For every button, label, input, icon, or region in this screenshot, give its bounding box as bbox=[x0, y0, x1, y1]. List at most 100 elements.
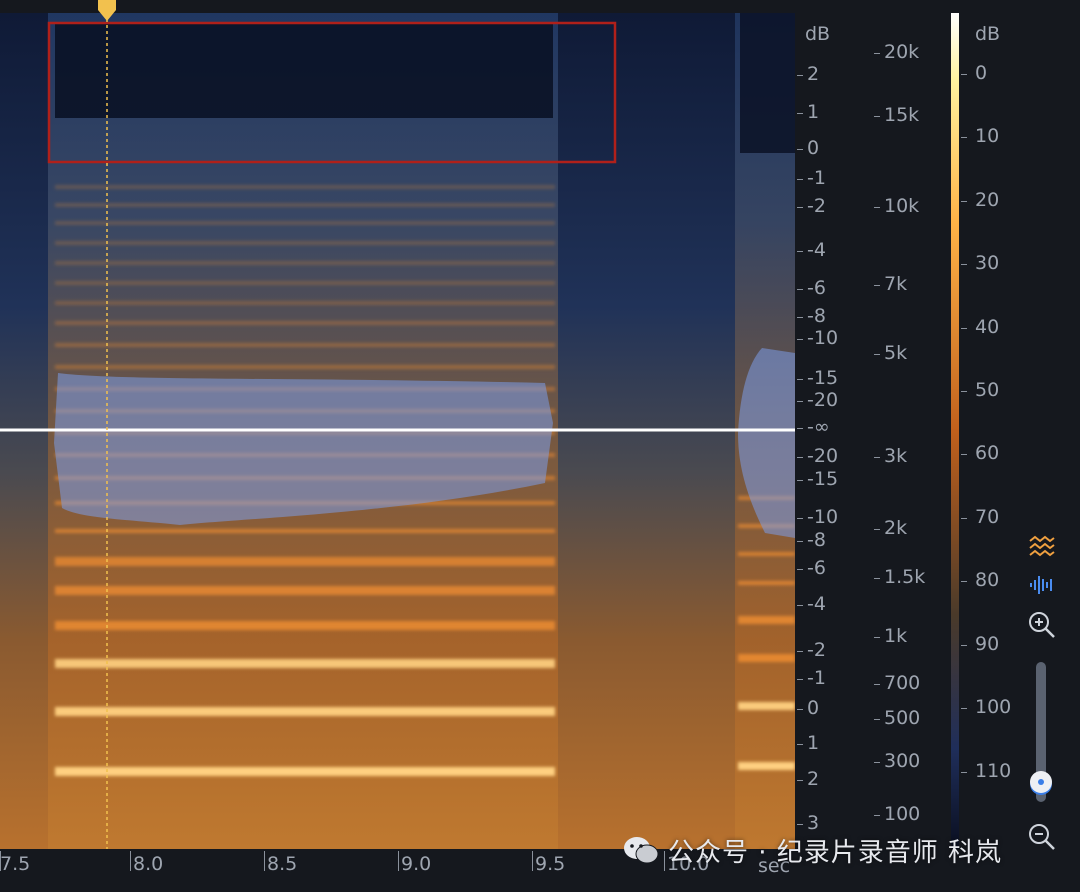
color-scale-tick-label: 30 bbox=[975, 252, 1000, 274]
waveform-axis-tick-label: -8 bbox=[807, 305, 826, 327]
playhead-marker-icon[interactable] bbox=[95, 0, 119, 22]
waveform-axis-tick-label: -8 bbox=[807, 529, 826, 551]
freq-axis-tick-label: 10k bbox=[884, 195, 920, 217]
waveform-axis-tick-mark bbox=[797, 744, 803, 745]
harmonic-band bbox=[738, 552, 795, 556]
harmonic-band bbox=[55, 203, 555, 207]
harmonic-band bbox=[55, 659, 555, 668]
zoom-out-icon[interactable] bbox=[1026, 821, 1058, 853]
harmonic-band bbox=[738, 654, 795, 662]
zoom-slider-track[interactable] bbox=[1030, 662, 1052, 802]
color-scale-tick-mark bbox=[961, 391, 967, 392]
waveform-axis-tick-mark bbox=[797, 679, 803, 680]
waveform-axis-tick-mark bbox=[797, 379, 803, 380]
color-scale-tick-mark bbox=[961, 518, 967, 519]
color-scale-tick-label: 60 bbox=[975, 442, 1000, 464]
spectrogram-view-icon[interactable] bbox=[1028, 535, 1056, 559]
waveform-axis-tick-mark bbox=[797, 518, 803, 519]
harmonic-band bbox=[738, 762, 795, 770]
waveform-axis-tick-label: 1 bbox=[807, 101, 820, 123]
waveform-axis-tick-mark bbox=[797, 251, 803, 252]
harmonic-band bbox=[55, 621, 555, 630]
freq-axis-tick-label: 100 bbox=[884, 803, 921, 825]
freq-axis-tick-label: 500 bbox=[884, 707, 921, 729]
time-axis-tick-label: 9.5 bbox=[535, 853, 566, 875]
color-scale: dB 0 10 20 30 40 50 60 70 80 90 100 110 bbox=[945, 13, 1015, 849]
waveform-axis-tick-mark bbox=[797, 605, 803, 606]
time-axis-tick-mark bbox=[398, 851, 399, 871]
waveform-axis-tick-label: -2 bbox=[807, 639, 826, 661]
color-scale-unit: dB bbox=[975, 23, 1001, 45]
view-tools bbox=[1020, 525, 1070, 865]
waveform-axis-tick-label: -10 bbox=[807, 327, 839, 349]
harmonic-band bbox=[738, 702, 795, 710]
time-axis-tick-label: 8.0 bbox=[133, 853, 164, 875]
color-scale-tick-label: 20 bbox=[975, 189, 1000, 211]
time-axis-tick-mark bbox=[130, 851, 131, 871]
color-scale-tick-mark bbox=[961, 137, 967, 138]
waveform-axis-tick-mark bbox=[797, 339, 803, 340]
waveform-amplitude-axis: dB 2 1 0 -1 -2 -4 -6 -8 -10 -15 -20 -∞ -20 -15 -10 -8 -6… bbox=[795, 13, 870, 849]
waveform-axis-tick-mark bbox=[797, 401, 803, 402]
color-scale-tick-label: 70 bbox=[975, 506, 1000, 528]
waveform-axis-tick-label: 2 bbox=[807, 63, 820, 85]
waveform-axis-tick-label: 2 bbox=[807, 768, 820, 790]
freq-axis-tick-mark bbox=[874, 529, 880, 530]
harmonic-band bbox=[55, 221, 555, 225]
color-scale-tick-label: 10 bbox=[975, 125, 1000, 147]
waveform-axis-tick-mark bbox=[797, 457, 803, 458]
zoom-in-icon[interactable] bbox=[1026, 609, 1058, 641]
wechat-icon bbox=[624, 837, 659, 864]
freq-axis-tick-label: 300 bbox=[884, 750, 921, 772]
color-scale-tick-mark bbox=[961, 645, 967, 646]
waveform-axis-tick-label: -15 bbox=[807, 468, 839, 490]
color-scale-tick-mark bbox=[961, 708, 967, 709]
waveform-axis-tick-mark bbox=[797, 480, 803, 481]
waveform-axis-tick-label: -6 bbox=[807, 277, 826, 299]
color-scale-tick-label: 0 bbox=[975, 62, 988, 84]
waveform-axis-tick-mark bbox=[797, 709, 803, 710]
harmonic-band bbox=[738, 616, 795, 624]
waveform-axis-tick-label: -4 bbox=[807, 593, 826, 615]
waveform-axis-tick-mark bbox=[797, 824, 803, 825]
waveform-view-icon[interactable] bbox=[1028, 573, 1056, 597]
color-scale-tick-mark bbox=[961, 454, 967, 455]
harmonic-band bbox=[55, 767, 555, 776]
harmonic-band bbox=[55, 241, 555, 245]
freq-axis-tick-label: 5k bbox=[884, 342, 908, 364]
frequency-axis: 20k 15k 10k 7k 5k 3k 2k 1.5k 1k 700 500 300 100 bbox=[870, 13, 945, 849]
waveform-axis-tick-label: 3 bbox=[807, 812, 820, 834]
freq-axis-tick-mark bbox=[874, 457, 880, 458]
freq-axis-tick-label: 20k bbox=[884, 41, 920, 63]
waveform-axis-tick-label: -20 bbox=[807, 445, 839, 467]
harmonic-band bbox=[55, 261, 555, 265]
freq-axis-tick-label: 1k bbox=[884, 625, 908, 647]
waveform-axis-tick-label: -1 bbox=[807, 667, 826, 689]
harmonic-band bbox=[55, 529, 555, 533]
waveform-axis-unit: dB bbox=[805, 23, 831, 45]
freq-axis-tick-mark bbox=[874, 815, 880, 816]
waveform-axis-tick-mark bbox=[797, 75, 803, 76]
waveform-axis-tick-mark bbox=[797, 289, 803, 290]
color-scale-tick-mark bbox=[961, 264, 967, 265]
freq-axis-tick-mark bbox=[874, 207, 880, 208]
harmonic-band bbox=[55, 343, 555, 347]
time-axis-tick-mark bbox=[264, 851, 265, 871]
time-axis-tick-label: 9.0 bbox=[401, 853, 432, 875]
waveform-axis-tick-label: -1 bbox=[807, 167, 826, 189]
spectrogram-view[interactable] bbox=[0, 13, 795, 849]
harmonic-band bbox=[55, 301, 555, 305]
waveform-axis-tick-label: 1 bbox=[807, 732, 820, 754]
freq-axis-tick-label: 7k bbox=[884, 273, 908, 295]
color-scale-tick-label: 40 bbox=[975, 316, 1000, 338]
waveform-axis-tick-label: -15 bbox=[807, 367, 839, 389]
freq-axis-tick-label: 3k bbox=[884, 445, 908, 467]
freq-axis-tick-mark bbox=[874, 354, 880, 355]
waveform-axis-tick-label: -6 bbox=[807, 557, 826, 579]
zoom-slider-thumb[interactable] bbox=[1030, 770, 1052, 793]
freq-axis-tick-label: 15k bbox=[884, 104, 920, 126]
waveform-axis-tick-mark bbox=[797, 651, 803, 652]
harmonic-band bbox=[55, 321, 555, 325]
waveform-axis-tick-label: -∞ bbox=[807, 416, 830, 438]
waveform-axis-tick-label: 0 bbox=[807, 137, 820, 159]
